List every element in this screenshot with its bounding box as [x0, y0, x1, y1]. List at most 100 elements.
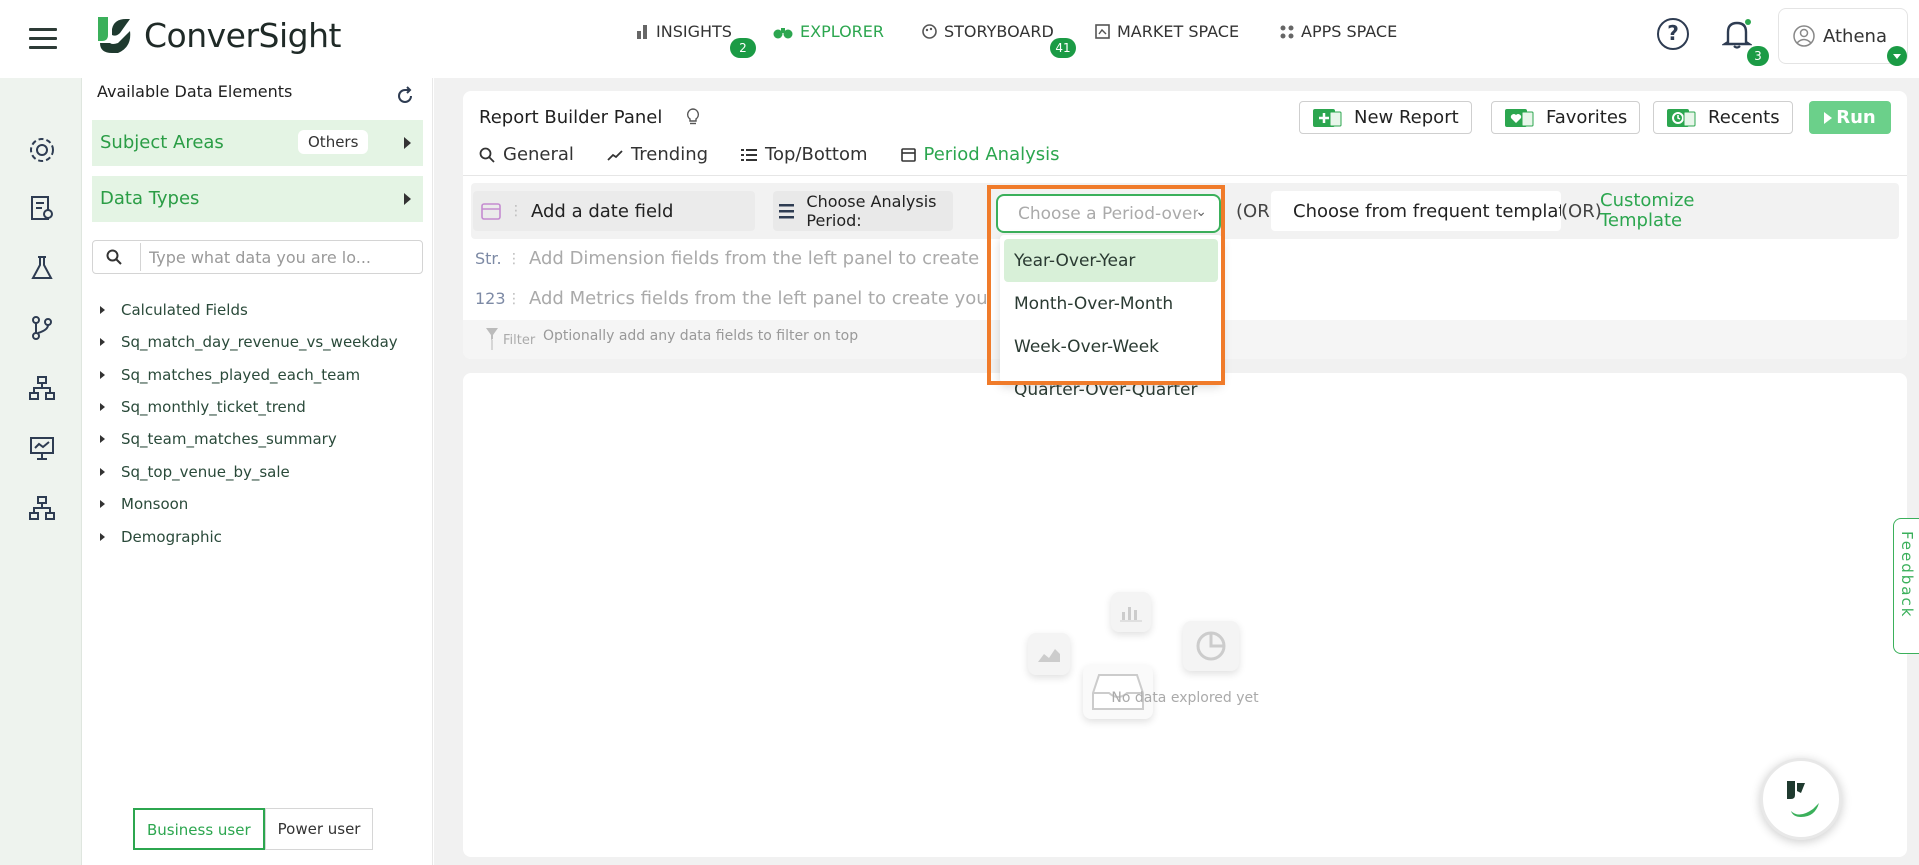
dimension-field-row[interactable]: Str. ⋮ Add Dimension fields from the lef… — [475, 248, 979, 269]
customize-template-link[interactable]: Customize Template — [1600, 191, 1694, 231]
data-search-field — [92, 240, 423, 274]
period-option-year-over-year[interactable]: Year-Over-Year — [1004, 239, 1218, 282]
brand-name: ConverSight — [144, 15, 341, 55]
chatbot-button[interactable] — [1760, 758, 1842, 840]
analysis-period-label: Choose Analysis Period: — [806, 192, 937, 230]
business-user-button[interactable]: Business user — [133, 808, 265, 850]
tab-label: Top/Bottom — [765, 144, 868, 165]
market-icon — [1095, 24, 1110, 39]
filter-label: Filter — [503, 333, 536, 348]
tab-general[interactable]: General — [479, 144, 574, 165]
subject-areas-accordion[interactable]: Subject Areas Others — [92, 120, 423, 166]
tree-item-label: Sq_match_day_revenue_vs_weekday — [121, 333, 398, 351]
expand-caret-icon[interactable] — [100, 468, 105, 476]
tree-item[interactable]: Sq_monthly_ticket_trend — [100, 398, 306, 416]
accordion-label: Data Types — [100, 188, 200, 209]
data-types-accordion[interactable]: Data Types — [92, 176, 423, 222]
tree-item-label: Sq_top_venue_by_sale — [121, 463, 290, 481]
filter-hint: Optionally add any data fields to filter… — [543, 328, 859, 344]
data-search-input[interactable] — [149, 245, 409, 269]
tree-item[interactable]: Calculated Fields — [100, 301, 248, 319]
or-separator: (OR) — [1561, 201, 1602, 222]
empty-state-text: No data explored yet — [1111, 690, 1259, 706]
tab-period-analysis[interactable]: Period Analysis — [900, 144, 1060, 165]
tree-item-label: Calculated Fields — [121, 301, 248, 319]
button-label: Run — [1836, 107, 1876, 128]
help-icon[interactable]: ? — [1657, 18, 1689, 50]
tab-trending[interactable]: Trending — [607, 144, 708, 165]
tree-item[interactable]: Sq_top_venue_by_sale — [100, 463, 290, 481]
number-type-icon: 123 — [475, 289, 506, 308]
feedback-tab[interactable]: Feedback — [1893, 518, 1919, 654]
caret-right-icon — [404, 137, 411, 149]
expand-caret-icon[interactable] — [100, 306, 105, 314]
metric-hint: Add Metrics fields from the left panel t… — [529, 288, 988, 309]
nav-storyboard[interactable]: STORYBOARD — [922, 22, 1054, 41]
drag-handle-icon[interactable]: ⋮ — [507, 291, 521, 307]
brand-logo[interactable]: ConverSight — [92, 12, 341, 58]
period-option-week-over-week[interactable]: Week-Over-Week — [1004, 325, 1218, 368]
top-bar: ConverSight INSIGHTS 2 EXPLORER STORYBOA… — [0, 0, 1919, 78]
period-option-month-over-month[interactable]: Month-Over-Month — [1004, 282, 1218, 325]
pie-chart-placeholder-icon — [1183, 621, 1239, 671]
chevron-down-icon: ⌄ — [1195, 204, 1207, 220]
power-user-button[interactable]: Power user — [264, 808, 374, 850]
drag-handle-icon[interactable]: ⋮ — [509, 203, 523, 219]
tree-item[interactable]: Demographic — [100, 528, 222, 546]
tree-item[interactable]: Sq_team_matches_summary — [100, 430, 337, 448]
nav-insights[interactable]: INSIGHTS — [637, 22, 732, 41]
hierarchy-icon[interactable] — [28, 374, 56, 402]
nav-apps-space[interactable]: APPS SPACE — [1280, 22, 1397, 41]
subject-area-value[interactable]: Others — [298, 130, 369, 154]
tab-top-bottom[interactable]: Top/Bottom — [741, 144, 868, 165]
expand-caret-icon[interactable] — [100, 403, 105, 411]
button-label: Recents — [1708, 107, 1780, 128]
favorites-button[interactable]: Favorites — [1491, 101, 1641, 134]
nav-market-space[interactable]: MARKET SPACE — [1095, 22, 1239, 41]
period-dropdown-menu: Year-Over-Year Month-Over-Month Week-Ove… — [1000, 235, 1222, 400]
user-avatar-icon — [1793, 25, 1815, 47]
flask-icon[interactable] — [28, 254, 56, 282]
hamburger-menu-icon[interactable] — [29, 28, 57, 50]
expand-caret-icon[interactable] — [100, 371, 105, 379]
template-placeholder: Choose from frequent templates — [1293, 200, 1561, 222]
git-branch-icon[interactable] — [28, 314, 56, 342]
nav-explorer[interactable]: EXPLORER — [773, 22, 884, 41]
run-button[interactable]: Run — [1809, 101, 1891, 134]
user-dropdown-icon[interactable] — [1887, 46, 1907, 66]
recents-icon — [1666, 107, 1696, 129]
tree-item-label: Monsoon — [121, 495, 189, 513]
settings-gear-icon[interactable] — [28, 136, 56, 164]
frequent-template-select[interactable]: Choose from frequent templates — [1271, 191, 1561, 231]
menu-lines-icon — [779, 204, 795, 219]
conversight-logo-icon — [98, 17, 131, 53]
bell-icon[interactable] — [1721, 18, 1753, 54]
metric-field-row[interactable]: 123 ⋮ Add Metrics fields from the left p… — [475, 288, 988, 309]
area-chart-placeholder-icon — [1028, 633, 1070, 675]
tree-item[interactable]: Sq_matches_played_each_team — [100, 366, 360, 384]
nav-label: STORYBOARD — [944, 22, 1054, 41]
search-icon — [106, 249, 122, 265]
date-field-label: Add a date field — [531, 200, 674, 222]
analysis-period-button[interactable]: Choose Analysis Period: — [773, 191, 953, 231]
main-area: Report Builder Panel New Report Favorite… — [434, 78, 1919, 865]
lightbulb-icon[interactable] — [685, 107, 701, 127]
nav-label: EXPLORER — [800, 22, 884, 41]
binoculars-icon — [773, 25, 793, 39]
org-chart-icon[interactable] — [28, 494, 56, 522]
expand-caret-icon[interactable] — [100, 500, 105, 508]
expand-caret-icon[interactable] — [100, 533, 105, 541]
expand-caret-icon[interactable] — [100, 338, 105, 346]
period-over-period-select[interactable]: Choose a Period-over-Period ⌄ — [996, 194, 1221, 233]
report-search-icon[interactable] — [28, 194, 56, 222]
tree-item[interactable]: Sq_match_day_revenue_vs_weekday — [100, 333, 398, 351]
recents-button[interactable]: Recents — [1653, 101, 1793, 134]
date-field-dropzone[interactable]: ⋮ Add a date field — [473, 191, 755, 231]
presentation-icon[interactable] — [28, 434, 56, 462]
new-report-button[interactable]: New Report — [1299, 101, 1472, 134]
drag-handle-icon[interactable]: ⋮ — [507, 251, 521, 267]
tree-item[interactable]: Monsoon — [100, 495, 188, 513]
refresh-icon[interactable] — [395, 86, 415, 106]
period-option-quarter-over-quarter[interactable]: Quarter-Over-Quarter — [1004, 368, 1218, 411]
expand-caret-icon[interactable] — [100, 435, 105, 443]
